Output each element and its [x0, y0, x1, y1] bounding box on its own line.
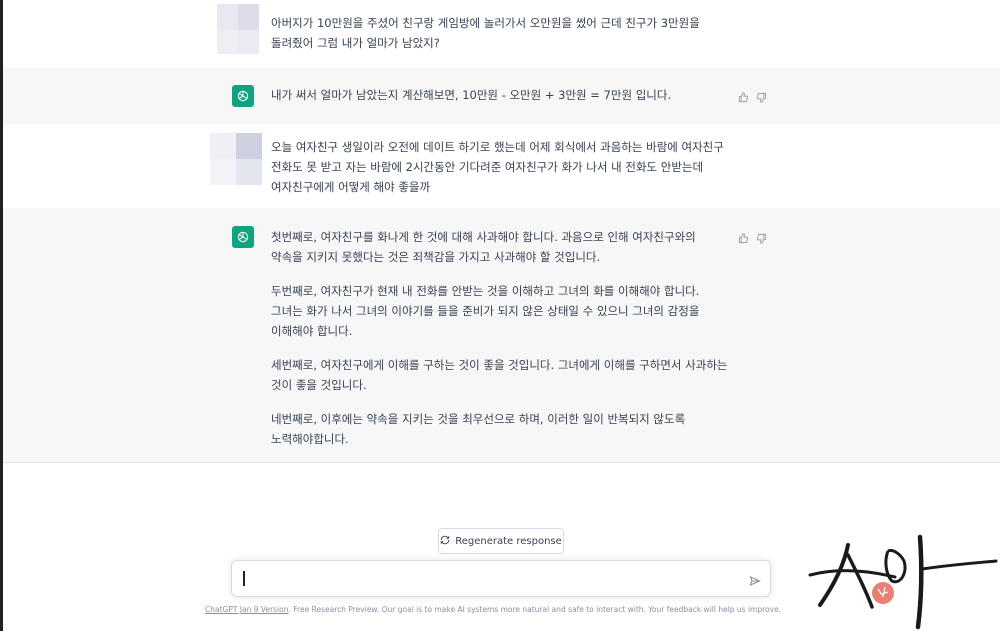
- message-paragraph: 내가 써서 얼마가 남았는지 계산해보면, 10만원 - 오만원 + 3만원 =…: [271, 88, 672, 102]
- assistant-message: 내가 써서 얼마가 남았는지 계산해보면, 10만원 - 오만원 + 3만원 =…: [3, 68, 1000, 125]
- assistant-message: 첫번째로, 여자친구를 화나게 한 것에 대해 사과해야 합니다. 과음으로 인…: [3, 208, 1000, 463]
- user-message: 오늘 여자친구 생일이라 오전에 데이트 하기로 했는데 어제 회식에서 과음하…: [3, 124, 1000, 209]
- chatgpt-logo-icon: [232, 85, 254, 107]
- footer-disclaimer: ChatGPT Jan 9 Version. Free Research Pre…: [205, 605, 782, 614]
- message-paragraph: 첫번째로, 여자친구를 화나게 한 것에 대해 사과해야 합니다. 과음으로 인…: [271, 230, 696, 264]
- thumbs-down-icon[interactable]: [756, 88, 767, 103]
- thumbs-up-icon[interactable]: [738, 229, 749, 244]
- chatgpt-logo-icon: [232, 226, 254, 248]
- regenerate-label: Regenerate response: [455, 535, 562, 547]
- regenerate-response-button[interactable]: Regenerate response: [438, 528, 564, 554]
- text-cursor: [243, 571, 245, 586]
- message-paragraph: 네번째로, 이후에는 약속을 지키는 것을 최우선으로 하며, 이러한 일이 반…: [271, 412, 686, 446]
- message-input[interactable]: [231, 560, 771, 597]
- user-avatar: [217, 4, 259, 56]
- message-text: 오늘 여자친구 생일이라 오전에 데이트 하기로 했는데 어제 회식에서 과음하…: [271, 140, 724, 194]
- thumbs-down-icon[interactable]: [756, 229, 767, 244]
- version-link[interactable]: ChatGPT Jan 9 Version: [205, 605, 289, 614]
- message-paragraph: 두번째로, 여자친구가 현재 내 전화를 안받는 것을 이해하고 그녀의 화를 …: [271, 284, 700, 338]
- signature-watermark: [800, 515, 1000, 631]
- user-avatar: [210, 133, 262, 185]
- thumbs-up-icon[interactable]: [738, 88, 749, 103]
- message-text: 아버지가 10만원을 주셨어 친구랑 게임방에 놀러가서 오만원을 썼어 근데 …: [271, 16, 700, 50]
- send-icon[interactable]: [749, 572, 761, 591]
- message-paragraph: 세번째로, 여자친구에게 이해를 구하는 것이 좋을 것입니다. 그녀에게 이해…: [271, 358, 728, 392]
- user-message: 아버지가 10만원을 주셨어 친구랑 게임방에 놀러가서 오만원을 썼어 근데 …: [3, 0, 1000, 69]
- refresh-icon: [440, 535, 450, 548]
